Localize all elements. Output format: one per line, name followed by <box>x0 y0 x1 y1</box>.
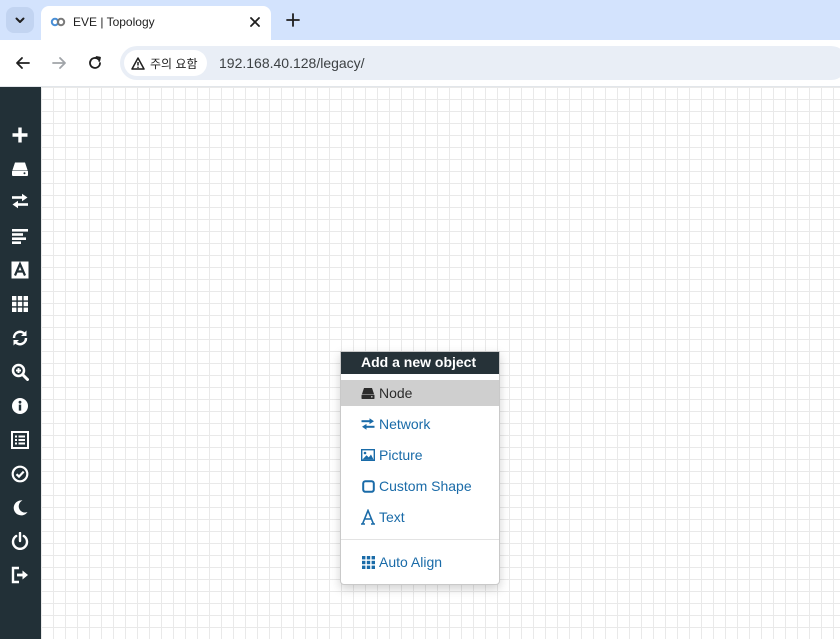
sidebar <box>0 87 41 639</box>
menu-item-custom-shape[interactable]: Custom Shape <box>341 473 499 499</box>
list-icon <box>11 431 29 449</box>
address-bar[interactable]: 주의 요함 192.168.40.128/legacy/ <box>120 46 840 80</box>
sidebar-item-add-object[interactable] <box>9 124 31 146</box>
plus-icon <box>12 127 28 143</box>
menu-divider <box>341 539 499 540</box>
sidebar-item-refresh[interactable] <box>9 327 31 349</box>
picture-icon <box>361 448 375 462</box>
power-icon <box>11 532 29 550</box>
zoom-in-icon <box>11 363 29 381</box>
grid-icon <box>361 555 375 569</box>
exchange-icon <box>361 417 375 431</box>
tab-search-button[interactable] <box>6 7 34 33</box>
hdd-icon <box>12 162 28 176</box>
menu-item-label: Auto Align <box>379 554 443 570</box>
sidebar-item-nodes[interactable] <box>9 158 31 180</box>
square-icon <box>361 479 375 493</box>
menu-item-network[interactable]: Network <box>341 411 499 437</box>
menu-item-picture[interactable]: Picture <box>341 442 499 468</box>
sidebar-item-dark-mode[interactable] <box>9 497 31 519</box>
chevron-down-icon <box>15 17 25 23</box>
check-circle-icon <box>11 465 29 483</box>
tab-title: EVE | Topology <box>73 15 155 29</box>
sidebar-item-status[interactable] <box>9 395 31 417</box>
sidebar-item-zoom[interactable] <box>9 361 31 383</box>
sidebar-item-networks[interactable] <box>9 190 31 212</box>
menu-item-label: Custom Shape <box>379 478 472 494</box>
new-tab-button[interactable] <box>282 9 304 31</box>
menu-item-label: Text <box>379 509 405 525</box>
browser-toolbar: 주의 요함 192.168.40.128/legacy/ <box>0 40 840 87</box>
menu-item-label: Picture <box>379 447 423 463</box>
arrow-left-icon <box>16 57 30 69</box>
add-object-context-menu: Add a new object Node Network Picture Cu… <box>340 351 500 585</box>
sidebar-item-lock-lab[interactable] <box>9 463 31 485</box>
sidebar-item-lab-details[interactable] <box>9 429 31 451</box>
plus-icon <box>286 13 300 27</box>
info-icon <box>12 398 28 414</box>
font-icon <box>11 261 29 279</box>
sign-out-icon <box>11 566 28 584</box>
security-label: 주의 요함 <box>150 56 198 71</box>
eve-logo-icon <box>50 17 66 27</box>
reload-icon <box>89 56 101 69</box>
align-left-icon <box>12 229 28 244</box>
warning-icon <box>131 56 145 70</box>
font-icon <box>361 509 375 525</box>
security-chip[interactable]: 주의 요함 <box>124 50 207 76</box>
menu-item-label: Network <box>379 416 431 432</box>
sidebar-item-logout[interactable] <box>9 564 31 586</box>
menu-item-node[interactable]: Node <box>341 380 499 406</box>
close-icon <box>250 17 260 27</box>
menu-item-text[interactable]: Text <box>341 504 499 530</box>
sidebar-item-close-lab[interactable] <box>9 530 31 552</box>
sidebar-item-text-objects[interactable] <box>9 259 31 281</box>
moon-icon <box>13 500 28 516</box>
context-menu-title: Add a new object <box>341 352 499 374</box>
browser-tab-strip: EVE | Topology <box>0 0 840 40</box>
reload-button[interactable] <box>84 52 106 74</box>
exchange-icon <box>12 193 28 209</box>
grid-icon <box>12 296 28 312</box>
browser-tab[interactable]: EVE | Topology <box>41 6 271 40</box>
tab-close-button[interactable] <box>247 14 263 30</box>
arrow-right-icon <box>52 57 66 69</box>
forward-button[interactable] <box>48 52 70 74</box>
hdd-icon <box>361 386 375 400</box>
sidebar-item-startup-configs[interactable] <box>9 225 31 247</box>
back-button[interactable] <box>12 52 34 74</box>
sidebar-item-more-actions[interactable] <box>9 293 31 315</box>
menu-item-label: Node <box>379 385 413 401</box>
refresh-icon <box>12 330 28 346</box>
menu-item-auto-align[interactable]: Auto Align <box>341 549 499 575</box>
url-text[interactable]: 192.168.40.128/legacy/ <box>219 55 365 71</box>
